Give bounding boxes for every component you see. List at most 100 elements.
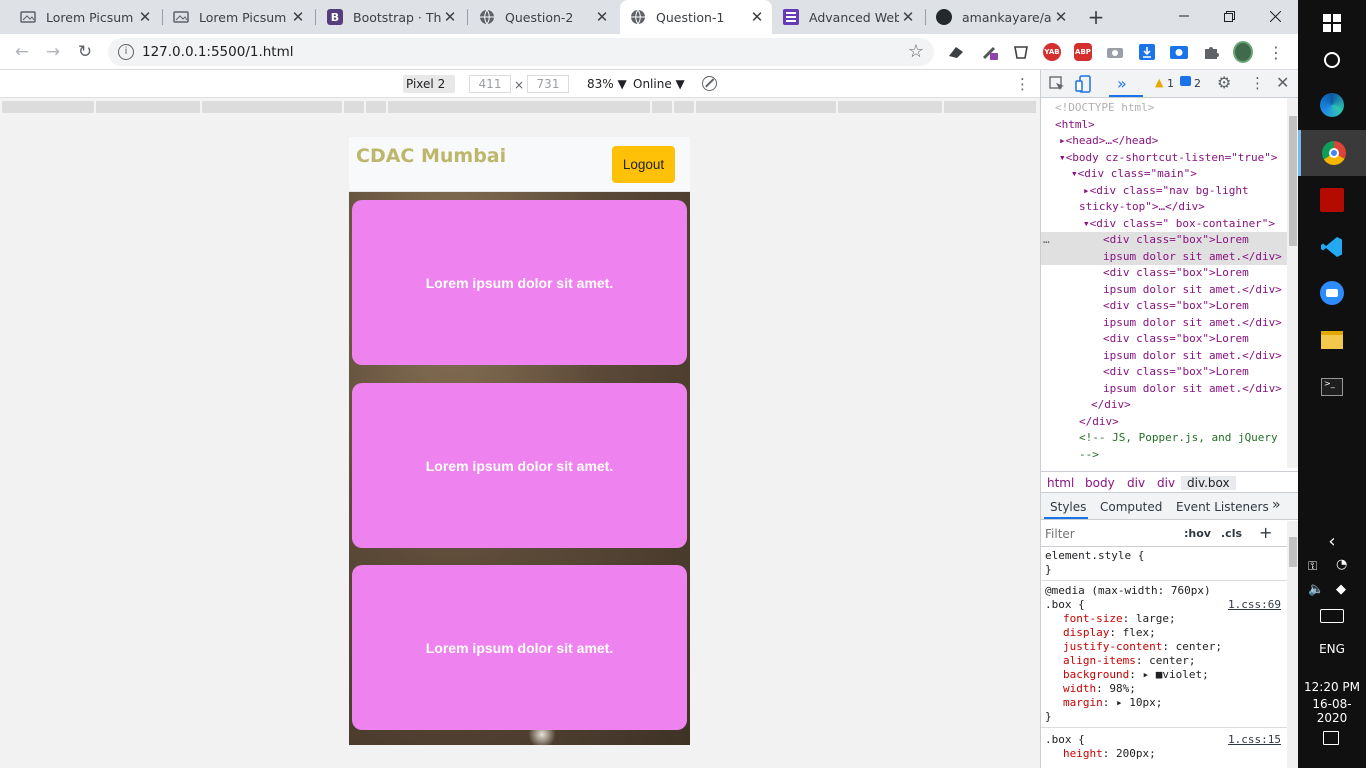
forward-button[interactable]: → [40, 39, 66, 65]
close-tab-icon[interactable]: ✕ [899, 8, 917, 26]
dom-node-line[interactable]: <div class="box">Lorem [1103, 298, 1249, 315]
reload-button[interactable]: ↻ [72, 39, 98, 65]
dom-node-line[interactable]: ipsum dolor sit amet.</div> [1103, 381, 1282, 398]
extension-screenshot-icon[interactable] [1169, 42, 1189, 62]
close-tab-icon[interactable]: ✕ [289, 8, 307, 26]
volume-icon[interactable]: 🔈 [1308, 582, 1324, 597]
file-explorer-icon[interactable] [1298, 317, 1366, 363]
browser-tab[interactable]: Lorem Picsum - I✕ [163, 0, 313, 34]
browser-tab[interactable]: Advanced Web F✕ [773, 0, 923, 34]
rule-selector[interactable]: .box { [1045, 733, 1085, 747]
more-panels-icon[interactable]: » [1117, 74, 1127, 93]
dom-node-line[interactable]: --> [1079, 447, 1099, 464]
dom-node-line[interactable]: ▾<body cz-shortcut-listen="true"> [1059, 150, 1278, 167]
dom-node-line[interactable]: ipsum dolor sit amet.</div> [1103, 249, 1282, 266]
vscode-icon[interactable] [1298, 224, 1366, 270]
dom-node-line[interactable]: ipsum dolor sit amet.</div> [1103, 315, 1282, 332]
extension-download-icon[interactable] [1137, 42, 1157, 62]
clock-date[interactable]: 16-08-2020 [1298, 697, 1366, 725]
action-center-icon[interactable] [1323, 731, 1339, 745]
styles-pane[interactable]: element.style { } @media (max-width: 760… [1041, 547, 1287, 768]
dom-node-line[interactable]: <html> [1055, 117, 1095, 134]
message-icon[interactable] [1180, 76, 1191, 86]
extension-camera-icon[interactable] [1105, 42, 1125, 62]
device-select[interactable]: Pixel 2 ▼ [403, 75, 455, 109]
settings-gear-icon[interactable]: ⚙ [1217, 73, 1231, 92]
close-tab-icon[interactable]: ✕ [1052, 8, 1070, 26]
edge-icon[interactable] [1298, 82, 1366, 128]
inspect-element-icon[interactable] [1049, 76, 1065, 95]
dom-node-line[interactable]: <div class="box">Lorem [1103, 331, 1249, 348]
device-height-input[interactable]: 731 [527, 75, 569, 93]
dropbox-icon[interactable]: ◆ [1336, 582, 1346, 597]
devtools-menu-icon[interactable]: ⋮ [1250, 74, 1265, 92]
bookmark-star-icon[interactable]: ☆ [908, 41, 924, 62]
dom-node-line[interactable]: ▾<div class="main"> [1071, 166, 1197, 183]
dom-node-line[interactable]: <div class="box">Lorem [1103, 232, 1249, 249]
tab-styles[interactable]: Styles [1050, 500, 1086, 514]
rotate-icon[interactable] [702, 76, 717, 91]
dom-node-line[interactable]: ▸<head>…</head> [1059, 133, 1158, 150]
clock-time[interactable]: 12:20 PM [1298, 680, 1366, 694]
browser-tab[interactable]: Lorem Picsum ✕ [10, 0, 160, 34]
dom-node-line[interactable]: ipsum dolor sit amet.</div> [1103, 282, 1282, 299]
extension-yab-icon[interactable]: YAB [1042, 42, 1062, 62]
more-tabs-icon[interactable]: » [1272, 497, 1281, 513]
css-property[interactable]: background: ▸ ■violet; [1063, 668, 1209, 682]
elements-tree[interactable]: <!DOCTYPE html> <html> ▸<head>…</head> ▾<bo… [1041, 98, 1287, 468]
dom-node-line[interactable]: ipsum dolor sit amet.</div> [1103, 348, 1282, 365]
network-icon[interactable]: ⚿ [1308, 559, 1317, 574]
close-tab-icon[interactable]: ✕ [748, 8, 766, 26]
node-actions-icon[interactable]: … [1043, 232, 1050, 249]
profile-avatar[interactable] [1233, 41, 1253, 63]
keyboard-icon[interactable] [1320, 609, 1344, 623]
tab-event-listeners[interactable]: Event Listeners [1176, 500, 1269, 514]
network-select[interactable]: Online ▼ [633, 77, 685, 91]
rule-selector[interactable]: .box { [1045, 598, 1085, 612]
address-bar[interactable]: i 127.0.0.1:5500/1.html ☆ [108, 38, 934, 66]
crumb-div[interactable]: div [1157, 476, 1175, 490]
device-toolbar-menu-icon[interactable]: ⋮ [1015, 75, 1030, 93]
warning-icon[interactable]: ▲ [1155, 76, 1163, 89]
extension-cup-icon[interactable] [1011, 42, 1031, 62]
close-window-button[interactable] [1263, 4, 1287, 28]
cortana-icon[interactable] [1298, 37, 1366, 83]
new-tab-button[interactable]: + [1085, 5, 1107, 29]
close-tab-icon[interactable]: ✕ [593, 8, 611, 26]
css-property[interactable]: height: 200px; [1063, 747, 1156, 761]
element-style-rule[interactable]: element.style { [1045, 549, 1144, 563]
dom-node-line[interactable]: <div class="box">Lorem [1103, 364, 1249, 381]
css-property[interactable]: margin: ▸ 10px; [1063, 696, 1162, 710]
close-devtools-icon[interactable]: ✕ [1276, 73, 1289, 92]
info-icon[interactable]: i [118, 44, 134, 60]
browser-tab[interactable]: B Bootstrap · The r✕ [317, 0, 465, 34]
css-property[interactable]: justify-content: center; [1063, 640, 1222, 654]
dom-node-line[interactable]: <!DOCTYPE html> [1055, 100, 1154, 117]
close-tab-icon[interactable]: ✕ [136, 8, 154, 26]
dom-node-line[interactable]: <div class="box">Lorem [1103, 265, 1249, 282]
chrome-icon[interactable] [1298, 130, 1366, 176]
crumb-body[interactable]: body [1085, 476, 1115, 490]
crumb-div-box[interactable]: div.box [1181, 476, 1236, 490]
dom-node-line[interactable]: ▸<div class="nav bg-light [1083, 183, 1249, 200]
tab-computed[interactable]: Computed [1100, 500, 1162, 514]
css-property[interactable]: width: 98%; [1063, 682, 1136, 696]
restore-button[interactable] [1217, 4, 1241, 28]
hov-toggle[interactable]: :hov [1184, 527, 1211, 540]
minimize-button[interactable] [1172, 4, 1196, 28]
chrome-menu-icon[interactable]: ⋮ [1266, 42, 1286, 62]
extension-color-picker-icon[interactable] [980, 42, 1000, 62]
crumb-html[interactable]: html [1047, 476, 1074, 490]
device-width-input[interactable]: 411 [469, 75, 511, 93]
zoom-select[interactable]: 83% ▼ [587, 77, 627, 91]
dom-node-line[interactable]: ▾<div class=" box-container"> [1083, 216, 1275, 233]
terminal-icon[interactable]: >_ [1298, 364, 1366, 410]
cls-toggle[interactable]: .cls [1221, 527, 1242, 540]
device-mode-icon[interactable] [1075, 75, 1093, 96]
rule-source-link[interactable]: 1.css:15 [1228, 733, 1281, 747]
wifi-icon[interactable]: ◔ [1336, 557, 1347, 572]
acrobat-icon[interactable] [1298, 177, 1366, 223]
dom-node-line[interactable]: </div> [1079, 414, 1119, 431]
dom-node-line[interactable]: </div> [1091, 397, 1131, 414]
new-style-rule-button[interactable]: + [1259, 523, 1272, 542]
